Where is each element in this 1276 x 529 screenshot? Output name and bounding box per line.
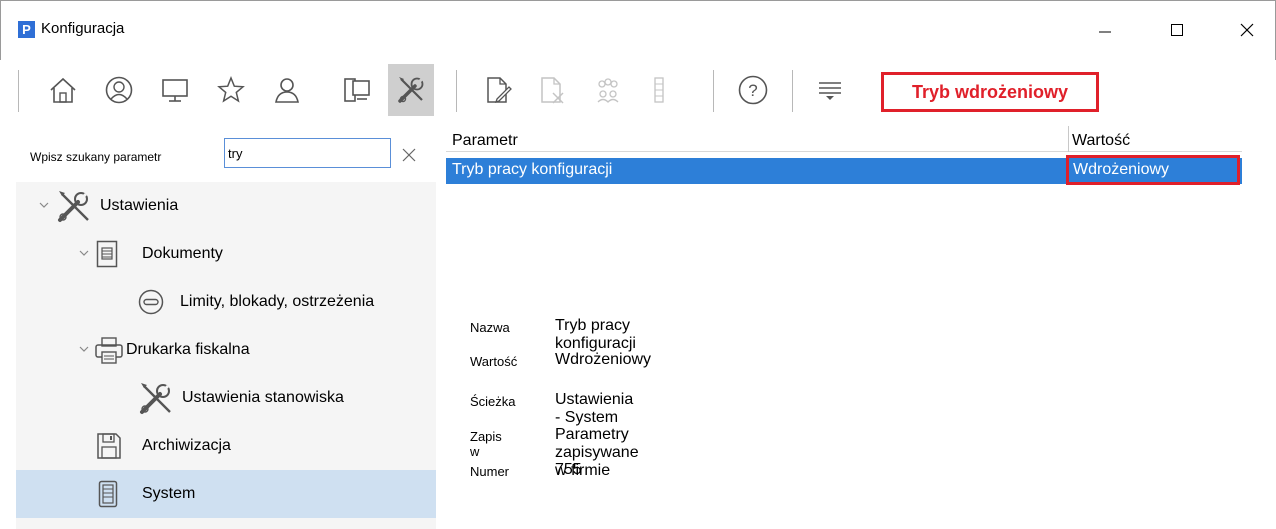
column-header-wartosc[interactable]: Wartość (1072, 132, 1130, 150)
workstation-icon (344, 78, 370, 102)
chevron-down-icon[interactable] (78, 343, 94, 358)
app-logo: P (18, 21, 35, 38)
toolbar: ? Tryb wdrożeniowy (0, 60, 1276, 126)
detail-label-numer: Numer (470, 464, 510, 479)
maximize-button[interactable] (1157, 13, 1197, 47)
detail-value-numer: 755 (555, 461, 582, 478)
document-icon (96, 240, 118, 268)
list-button[interactable] (636, 64, 682, 116)
star-icon (217, 75, 245, 103)
search-input[interactable] (224, 138, 391, 168)
filter-icon (819, 82, 841, 100)
computer-icon (162, 79, 188, 102)
parameter-details-panel: Parametr Wartość Tryb pracy konfiguracji… (446, 126, 1276, 529)
favorites-button[interactable] (208, 64, 254, 116)
close-icon (402, 148, 416, 162)
tree-item-ustawienia-stanowiska[interactable]: Ustawienia stanowiska (16, 374, 436, 422)
tools-icon (136, 380, 180, 416)
filter-button[interactable] (807, 64, 853, 116)
tools-icon (398, 77, 424, 103)
toolbar-separator (18, 70, 19, 112)
home-icon (50, 77, 76, 103)
tree-item-system[interactable]: System (16, 470, 436, 518)
tree-item-label: Drukarka fiskalna (126, 341, 250, 358)
home-button[interactable] (40, 64, 86, 116)
tree-item-limity[interactable]: Limity, blokady, ostrzeżenia (16, 278, 436, 326)
detail-label-sciezka: Ścieżka (470, 394, 516, 409)
tree-item-drukarka[interactable]: Drukarka fiskalna (16, 326, 436, 374)
detail-label-zapis: Zapis w (470, 429, 502, 459)
detail-value-wartosc: Wdrożeniowy (555, 351, 652, 368)
user-button[interactable] (264, 64, 310, 116)
mode-badge: Tryb wdrożeniowy (881, 72, 1099, 112)
edit-document-icon (487, 77, 512, 104)
parameter-tree: Ustawienia Dokumenty Limity, blokady, os… (16, 182, 436, 529)
toolbar-separator (713, 70, 714, 112)
detail-label-wartosc: Wartość (470, 354, 518, 369)
group-button[interactable] (585, 64, 631, 116)
tree-item-label: Dokumenty (142, 245, 223, 262)
tree-item-label: Ustawienia (100, 197, 179, 214)
delete-document-button[interactable] (529, 64, 575, 116)
table-row[interactable]: Tryb pracy konfiguracji Wdrożeniowy (446, 155, 1242, 185)
close-icon (1240, 23, 1254, 37)
tools-icon (54, 188, 98, 224)
column-divider[interactable] (1068, 126, 1069, 152)
tree-item-archiwizacja[interactable]: Archiwizacja (16, 422, 436, 470)
chevron-down-icon[interactable] (78, 247, 94, 262)
svg-text:?: ? (748, 81, 757, 100)
column-header-parametr[interactable]: Parametr (452, 132, 518, 150)
person-icon (275, 78, 299, 103)
delete-document-icon (541, 77, 564, 104)
floppy-icon (96, 432, 122, 460)
no-entry-icon (138, 289, 164, 315)
contractor-button[interactable] (96, 64, 142, 116)
detail-label-nazwa: Nazwa (470, 320, 510, 335)
search-label: Wpisz szukany parametr (30, 150, 162, 164)
minimize-icon (1099, 31, 1111, 33)
maximize-icon (1171, 24, 1183, 36)
row-param-cell: Tryb pracy konfiguracji (452, 161, 613, 178)
server-icon (98, 480, 118, 508)
toolbar-separator (456, 70, 457, 112)
parameter-tree-panel: Wpisz szukany parametr Ustawienia (16, 126, 436, 529)
edit-document-button[interactable] (475, 64, 521, 116)
list-icon (654, 77, 664, 103)
window-title: Konfiguracja (41, 20, 125, 37)
configuration-tools-button[interactable] (388, 64, 434, 116)
tree-item-label: Ustawienia stanowiska (182, 389, 344, 406)
tree-item-ustawienia[interactable]: Ustawienia (16, 182, 436, 230)
minimize-button[interactable] (1085, 13, 1125, 47)
user-circle-icon (105, 76, 133, 104)
detail-value-nazwa: Tryb pracy konfiguracji (555, 317, 636, 352)
toolbar-separator (792, 70, 793, 112)
clear-search-button[interactable] (402, 146, 416, 167)
help-button[interactable]: ? (730, 64, 776, 116)
chevron-down-icon[interactable] (38, 199, 54, 214)
help-icon: ? (738, 75, 768, 105)
grid-header: Parametr Wartość (446, 126, 1242, 152)
group-icon (597, 78, 619, 103)
computer-button[interactable] (152, 64, 198, 116)
tree-item-label: System (142, 485, 196, 502)
tree-item-label: Limity, blokady, ostrzeżenia (180, 293, 375, 310)
tree-item-label: Archiwizacja (142, 437, 231, 454)
printer-icon (94, 335, 124, 365)
row-value-cell[interactable]: Wdrożeniowy (1066, 155, 1240, 185)
tree-item-dokumenty[interactable]: Dokumenty (16, 230, 436, 278)
detail-value-sciezka: Ustawienia - System (555, 391, 634, 426)
workstation-button[interactable] (334, 64, 380, 116)
title-bar: P Konfiguracja (0, 0, 1276, 60)
close-button[interactable] (1227, 13, 1267, 47)
